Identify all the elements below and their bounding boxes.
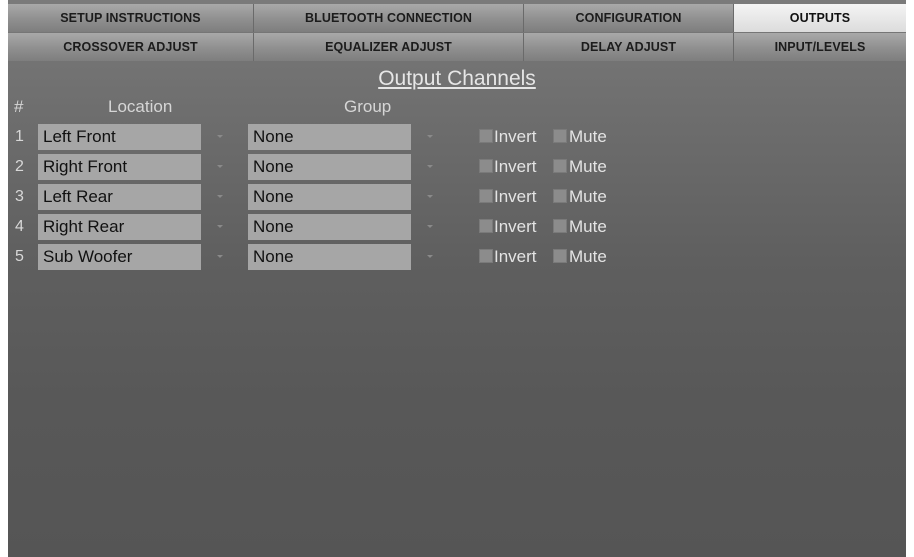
mute-label: Mute xyxy=(569,157,607,176)
column-header-location: Location xyxy=(108,97,173,116)
location-dropdown-arrow-icon[interactable] xyxy=(217,195,223,198)
app-screen: SETUP INSTRUCTIONS BLUETOOTH CONNECTION … xyxy=(8,0,906,557)
location-dropdown-arrow-icon[interactable] xyxy=(217,165,223,168)
tab-setup-instructions[interactable]: SETUP INSTRUCTIONS xyxy=(8,4,254,32)
mute-label: Mute xyxy=(569,187,607,206)
channel-row: 1 Left Front None Invert Mute xyxy=(8,124,906,150)
column-header-number: # xyxy=(14,97,24,116)
group-dropdown-arrow-icon[interactable] xyxy=(427,195,433,198)
invert-checkbox[interactable] xyxy=(479,129,493,143)
tab-row-bottom: CROSSOVER ADJUST EQUALIZER ADJUST DELAY … xyxy=(8,33,906,61)
location-select[interactable]: Right Front xyxy=(38,154,201,180)
location-dropdown-arrow-icon[interactable] xyxy=(217,225,223,228)
tab-row-top: SETUP INSTRUCTIONS BLUETOOTH CONNECTION … xyxy=(8,4,906,32)
group-select[interactable]: None xyxy=(248,124,411,150)
column-header-group: Group xyxy=(344,97,392,116)
invert-checkbox[interactable] xyxy=(479,189,493,203)
location-select[interactable]: Sub Woofer xyxy=(38,244,201,270)
group-dropdown-arrow-icon[interactable] xyxy=(427,255,433,258)
tab-bluetooth-connection[interactable]: BLUETOOTH CONNECTION xyxy=(254,4,524,32)
invert-label: Invert xyxy=(494,187,537,206)
location-dropdown-arrow-icon[interactable] xyxy=(217,255,223,258)
mute-checkbox[interactable] xyxy=(553,129,567,143)
mute-checkbox[interactable] xyxy=(553,249,567,263)
group-dropdown-arrow-icon[interactable] xyxy=(427,135,433,138)
tab-configuration[interactable]: CONFIGURATION xyxy=(524,4,734,32)
mute-checkbox[interactable] xyxy=(553,159,567,173)
location-select[interactable]: Left Rear xyxy=(38,184,201,210)
tab-crossover-adjust[interactable]: CROSSOVER ADJUST xyxy=(8,33,254,61)
channel-row: 2 Right Front None Invert Mute xyxy=(8,154,906,180)
invert-checkbox[interactable] xyxy=(479,249,493,263)
channel-number: 1 xyxy=(15,128,24,145)
mute-label: Mute xyxy=(569,127,607,146)
group-select[interactable]: None xyxy=(248,244,411,270)
channel-row: 3 Left Rear None Invert Mute xyxy=(8,184,906,210)
mute-label: Mute xyxy=(569,217,607,236)
invert-checkbox[interactable] xyxy=(479,159,493,173)
mute-label: Mute xyxy=(569,247,607,266)
location-select[interactable]: Left Front xyxy=(38,124,201,150)
tab-delay-adjust[interactable]: DELAY ADJUST xyxy=(524,33,734,61)
invert-label: Invert xyxy=(494,247,537,266)
group-select[interactable]: None xyxy=(248,214,411,240)
tab-equalizer-adjust[interactable]: EQUALIZER ADJUST xyxy=(254,33,524,61)
tab-input-levels[interactable]: INPUT/LEVELS xyxy=(734,33,906,61)
tab-outputs[interactable]: OUTPUTS xyxy=(734,4,906,32)
invert-label: Invert xyxy=(494,217,537,236)
group-dropdown-arrow-icon[interactable] xyxy=(427,165,433,168)
group-dropdown-arrow-icon[interactable] xyxy=(427,225,433,228)
channel-number: 3 xyxy=(15,188,24,205)
invert-label: Invert xyxy=(494,127,537,146)
channel-number: 2 xyxy=(15,158,24,175)
group-select[interactable]: None xyxy=(248,184,411,210)
group-select[interactable]: None xyxy=(248,154,411,180)
channel-number: 4 xyxy=(15,218,24,235)
invert-label: Invert xyxy=(494,157,537,176)
channel-row: 4 Right Rear None Invert Mute xyxy=(8,214,906,240)
channel-row: 5 Sub Woofer None Invert Mute xyxy=(8,244,906,270)
location-dropdown-arrow-icon[interactable] xyxy=(217,135,223,138)
mute-checkbox[interactable] xyxy=(553,189,567,203)
channel-number: 5 xyxy=(15,248,24,265)
mute-checkbox[interactable] xyxy=(553,219,567,233)
page-title: Output Channels xyxy=(378,67,536,90)
location-select[interactable]: Right Rear xyxy=(38,214,201,240)
invert-checkbox[interactable] xyxy=(479,219,493,233)
